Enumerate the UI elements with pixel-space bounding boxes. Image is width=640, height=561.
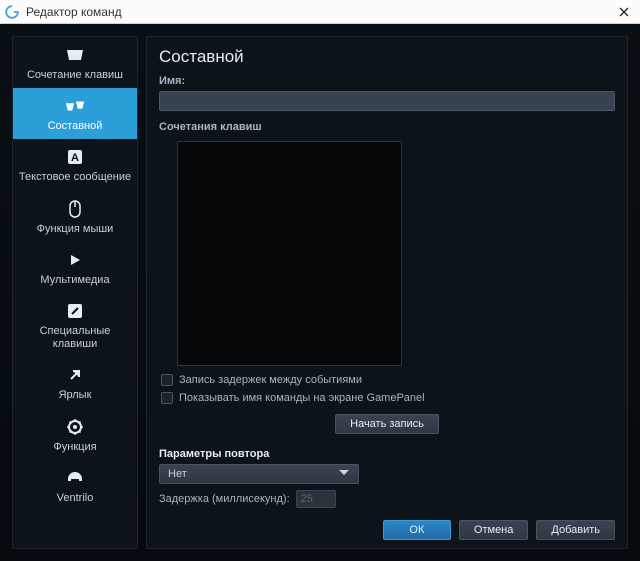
chevron-down-icon (338, 468, 350, 480)
sidebar-item-mouse-function[interactable]: Функция мыши (13, 191, 137, 242)
sidebar-item-label: Ventrilo (57, 492, 94, 505)
body: Сочетание клавиш Составной A Текстовое с… (0, 24, 640, 561)
repeat-select[interactable]: Нет (159, 464, 359, 484)
multi-key-icon (65, 96, 85, 116)
sidebar-item-label: Специальные клавиши (17, 325, 133, 351)
sidebar-item-label: Сочетание клавиш (27, 69, 123, 82)
titlebar: Редактор команд (0, 0, 640, 24)
gear-icon (65, 417, 85, 437)
record-delays-row: Запись задержек между событиями (161, 374, 615, 386)
start-record-row: Начать запись (159, 414, 615, 434)
start-record-button[interactable]: Начать запись (335, 414, 439, 434)
play-icon (65, 250, 85, 270)
sidebar-item-ventrilo[interactable]: Ventrilo (13, 460, 137, 511)
repeat-select-value: Нет (168, 468, 187, 480)
show-name-row: Показывать имя команды на экране GamePan… (161, 392, 615, 404)
sidebar-item-text-block[interactable]: A Текстовое сообщение (13, 139, 137, 190)
logo-icon (4, 4, 20, 20)
show-name-checkbox[interactable] (161, 392, 173, 404)
page-title: Составной (159, 47, 615, 67)
ok-button[interactable]: ОК (383, 520, 451, 540)
sidebar-item-media[interactable]: Мультимедиа (13, 242, 137, 293)
sidebar: Сочетание клавиш Составной A Текстовое с… (12, 36, 138, 549)
name-field-row: Имя: (159, 75, 615, 111)
close-button[interactable] (612, 2, 636, 22)
sidebar-item-label: Функция (53, 441, 96, 454)
name-label: Имя: (159, 75, 615, 87)
sidebar-item-label: Мультимедиа (40, 274, 109, 287)
name-input[interactable] (159, 91, 615, 111)
keyboard-icon (65, 45, 85, 65)
sidebar-item-label: Составной (48, 120, 103, 133)
sidebar-item-label: Ярлык (59, 389, 92, 402)
main-panel: Составной Имя: Сочетания клавиш Запись з… (146, 36, 628, 549)
recording-area[interactable] (177, 141, 402, 366)
svg-text:A: A (71, 152, 79, 164)
special-key-icon (65, 301, 85, 321)
sidebar-item-label: Текстовое сообщение (19, 171, 131, 184)
show-name-label: Показывать имя команды на экране GamePan… (179, 392, 425, 404)
headset-icon (65, 468, 85, 488)
window-title: Редактор команд (26, 5, 612, 19)
record-delays-checkbox[interactable] (161, 374, 173, 386)
sidebar-item-hotkeys[interactable]: Специальные клавиши (13, 293, 137, 357)
sidebar-item-shortcut[interactable]: Ярлык (13, 357, 137, 408)
sidebar-item-label: Функция мыши (37, 223, 114, 236)
mouse-icon (65, 199, 85, 219)
delay-row: Задержка (миллисекунд): (159, 490, 615, 508)
footer: ОК Отмена Добавить (159, 520, 615, 540)
arrow-up-right-icon (65, 365, 85, 385)
letter-a-icon: A (65, 147, 85, 167)
keys-label: Сочетания клавиш (159, 121, 615, 133)
sidebar-item-function[interactable]: Функция (13, 409, 137, 460)
record-delays-label: Запись задержек между событиями (179, 374, 362, 386)
add-button[interactable]: Добавить (536, 520, 615, 540)
sidebar-item-multi-key[interactable]: Составной (13, 88, 137, 139)
sidebar-item-key-combo[interactable]: Сочетание клавиш (13, 37, 137, 88)
repeat-section-label: Параметры повтора (159, 448, 615, 460)
delay-label: Задержка (миллисекунд): (159, 493, 290, 505)
cancel-button[interactable]: Отмена (459, 520, 528, 540)
delay-input[interactable] (296, 490, 336, 508)
